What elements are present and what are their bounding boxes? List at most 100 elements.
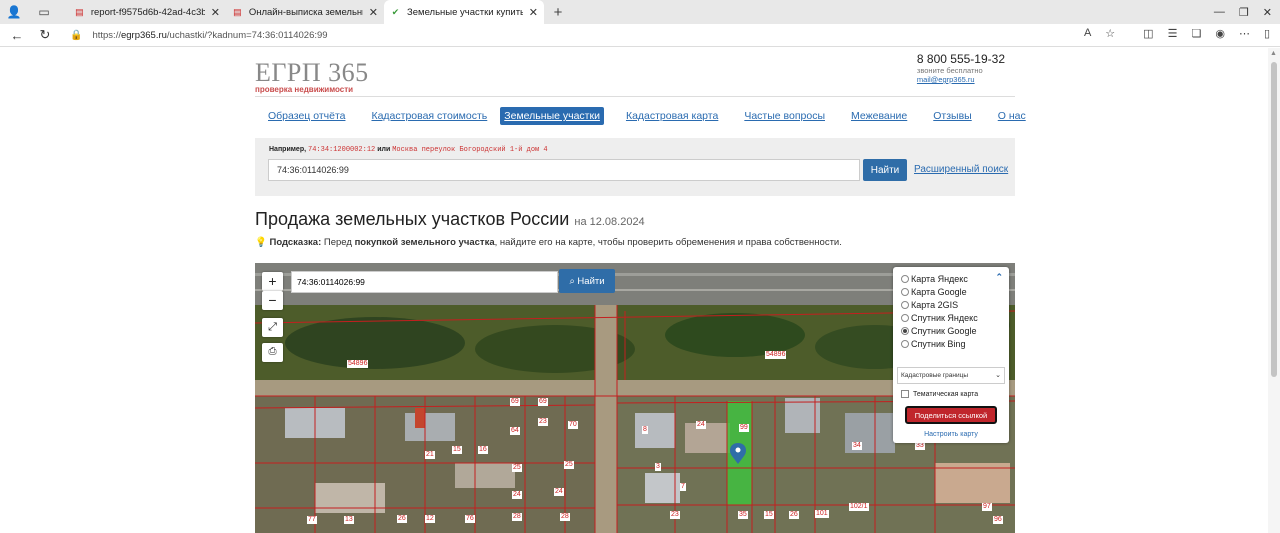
zoom-in-button[interactable]: + <box>262 272 283 291</box>
parcel-label: 26 <box>397 515 407 523</box>
cadastral-map[interactable]: 54896 54896 69 69 70 64 23 24 21 15 16 2… <box>255 263 1015 533</box>
close-icon[interactable]: ✕ <box>211 6 220 19</box>
parcel-label: 23 <box>538 418 548 426</box>
parcel-label: 16 <box>478 446 488 454</box>
parcel-label: 69 <box>538 398 548 406</box>
read-aloud-icon[interactable]: A <box>1084 27 1091 40</box>
layer-option[interactable]: Карта 2GIS <box>901 300 958 310</box>
browser-tab[interactable]: ▤ report-f9575d6b-42ad-4c3b-bc… ✕ <box>68 0 226 24</box>
browser-tab[interactable]: ▤ Онлайн-выписка земельный уч… ✕ <box>226 0 384 24</box>
layer-option[interactable]: Спутник Яндекс <box>901 313 978 323</box>
parcel-label: 64 <box>510 427 520 435</box>
logo-title: ЕГРП 365 <box>255 58 369 87</box>
print-icon[interactable]: ⎙ <box>262 343 283 362</box>
parcel-label: 54896 <box>765 351 787 359</box>
sidebar-icon[interactable]: ▯ <box>1264 27 1270 40</box>
search-input[interactable] <box>268 159 860 181</box>
parcel-label: 102/1 <box>849 503 869 511</box>
parcel-label: 24 <box>554 488 564 496</box>
parcel-label: 28 <box>512 513 522 521</box>
site-logo[interactable]: ЕГРП 365 проверка недвижимости <box>255 58 369 94</box>
search-example: Например, 74:34:1200002:12 или Москва пе… <box>269 146 548 154</box>
url-host: egrp365.ru <box>120 30 167 41</box>
favorites-icon[interactable]: ☰ <box>1168 27 1178 40</box>
share-link-button[interactable]: Поделиться ссылкой <box>905 406 997 424</box>
url-prefix: https:// <box>92 30 121 41</box>
zoom-out-button[interactable]: − <box>262 291 283 310</box>
layer-option[interactable]: Карта Google <box>901 287 967 297</box>
split-screen-icon[interactable]: ◫ <box>1143 27 1153 40</box>
menu-item-sample-report[interactable]: Образец отчёта <box>268 110 345 122</box>
menu-item-land-plots[interactable]: Земельные участки <box>500 107 604 125</box>
url-path: /uchastki/?kadnum=74:36:0114026:99 <box>166 30 328 41</box>
menu-item-faq[interactable]: Частые вопросы <box>744 110 825 122</box>
collections-icon[interactable]: ❏ <box>1191 27 1201 40</box>
parcel-label: 13 <box>344 516 354 524</box>
scrollbar-thumb[interactable] <box>1271 62 1277 377</box>
main-menu: Образец отчёта Кадастровая стоимость Зем… <box>255 106 1026 126</box>
search-panel: Например, 74:34:1200002:12 или Москва пе… <box>255 138 1015 196</box>
close-icon[interactable]: ✕ <box>529 6 538 19</box>
pdf-icon: ▤ <box>75 6 84 17</box>
restore-icon[interactable]: ❐ <box>1239 6 1249 19</box>
parcel-label: 34 <box>852 442 862 450</box>
map-search-input[interactable] <box>291 271 558 293</box>
map-search-button[interactable]: ⌕ Найти <box>559 269 615 293</box>
menu-item-about[interactable]: О нас <box>998 110 1026 122</box>
parcel-label: 3 <box>655 463 661 471</box>
url-field[interactable]: 🔒 https://egrp365.ru/uchastki/?kadnum=74… <box>70 27 328 44</box>
layer-option[interactable]: Карта Яндекс <box>901 274 968 284</box>
parcel-label: 25 <box>512 464 522 472</box>
parcel-label: 15 <box>764 511 774 519</box>
layer-option[interactable]: Спутник Bing <box>901 339 965 349</box>
back-icon[interactable]: ← <box>6 28 28 43</box>
parcel-label: 54896 <box>347 360 369 368</box>
layer-option-selected[interactable]: Спутник Google <box>901 326 976 336</box>
advanced-search-link[interactable]: Расширенный поиск <box>914 164 1008 175</box>
phone-note: звоните бесплатно <box>916 66 983 75</box>
menu-item-cadastral-map[interactable]: Кадастровая карта <box>626 110 718 122</box>
scroll-up-icon[interactable]: ▲ <box>1270 50 1277 57</box>
overlay-select[interactable]: Кадастровые границы ⌄ <box>897 367 1005 384</box>
pdf-icon: ▤ <box>233 6 242 17</box>
parcel-label: 97 <box>982 503 992 511</box>
configure-map-link[interactable]: Настроить карту <box>893 431 1009 438</box>
browser-tab-active[interactable]: ✔ Земельные участки купить в Ро… ✕ <box>384 0 544 24</box>
parcel-label: 24 <box>512 491 522 499</box>
parcel-label: 28 <box>560 513 570 521</box>
parcel-label: 76 <box>465 515 475 523</box>
page-scrollbar[interactable]: ▲ <box>1268 48 1280 533</box>
parcel-label: 25 <box>564 461 574 469</box>
parcel-label: 8 <box>642 426 648 434</box>
page-title: Продажа земельных участков России на 12.… <box>255 209 645 229</box>
extension-icon[interactable]: ◉ <box>1215 27 1225 40</box>
example-address[interactable]: Москва переулок Богородский 1-й дом 4 <box>392 146 547 154</box>
menu-item-reviews[interactable]: Отзывы <box>933 110 971 122</box>
map-layer-panel: ⌃ Карта Яндекс Карта Google Карта 2GIS С… <box>893 267 1009 443</box>
tab-title: report-f9575d6b-42ad-4c3b-bc… <box>90 6 205 18</box>
browser-tab-bar: 👤 ▭ ▤ report-f9575d6b-42ad-4c3b-bc… ✕ ▤ … <box>0 0 1280 24</box>
favorite-star-icon[interactable]: ☆ <box>1105 27 1115 40</box>
search-button[interactable]: Найти <box>863 159 907 181</box>
more-menu-icon[interactable]: ⋯ <box>1239 27 1250 40</box>
email-link[interactable]: mail@egrp365.ru <box>917 75 1005 84</box>
header-divider <box>255 96 1015 97</box>
tab-title: Земельные участки купить в Ро… <box>407 6 523 18</box>
parcel-label: 15 <box>452 446 462 454</box>
thematic-map-checkbox[interactable]: Тематическая карта <box>901 390 978 398</box>
reload-icon[interactable]: ↻ <box>34 27 56 43</box>
profile-icon[interactable]: 👤 <box>4 2 24 22</box>
minimize-icon[interactable]: — <box>1214 6 1225 18</box>
tab-actions-icon[interactable]: ▭ <box>34 2 54 22</box>
chevron-up-icon[interactable]: ⌃ <box>995 272 1003 283</box>
close-window-icon[interactable]: ✕ <box>1263 6 1272 19</box>
example-code[interactable]: 74:34:1200002:12 <box>308 146 375 154</box>
fullscreen-icon[interactable]: ⤢ <box>262 318 283 337</box>
menu-item-cadastral-value[interactable]: Кадастровая стоимость <box>371 110 487 122</box>
close-icon[interactable]: ✕ <box>369 6 378 19</box>
new-tab-icon[interactable]: + <box>548 2 568 22</box>
lock-icon: 🔒 <box>70 30 83 41</box>
parcel-label: 21 <box>425 451 435 459</box>
parcel-label: 96 <box>993 516 1003 524</box>
menu-item-surveying[interactable]: Межевание <box>851 110 907 122</box>
